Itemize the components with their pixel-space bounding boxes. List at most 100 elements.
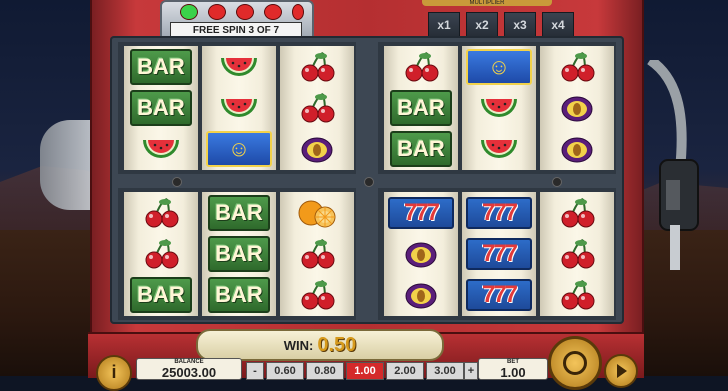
pump-nozzle-left (40, 120, 90, 210)
plum-icon (561, 96, 593, 121)
reel: BAR BAR BAR (202, 192, 276, 316)
reel-cell (384, 46, 458, 87)
reel-cell (384, 274, 458, 315)
reel-cell: ☺ (202, 128, 276, 169)
info-button[interactable]: i (96, 355, 132, 391)
reel (280, 46, 354, 170)
seven-symbol: 777 (388, 196, 454, 229)
plum-icon (301, 137, 333, 162)
watermelon-icon (143, 139, 179, 158)
reel (540, 46, 614, 170)
bolt (552, 177, 562, 187)
spin-icon (563, 351, 587, 375)
bar-symbol: BAR (390, 89, 452, 126)
win-label: WIN: (283, 337, 314, 353)
bet-increase-button[interactable]: + (464, 362, 478, 380)
seven-symbol: 777 (466, 237, 532, 270)
cherry-icon (145, 197, 179, 227)
reel-cell (280, 274, 354, 315)
cherry-icon (561, 238, 595, 268)
watermelon-icon (221, 57, 257, 76)
balance-value: 25003.00 (161, 365, 217, 380)
bar-symbol: BAR (130, 276, 192, 313)
multiplier-title: MULTIPLIER (422, 0, 552, 6)
orange-icon (298, 200, 336, 227)
reel-cell: 777 (462, 192, 536, 233)
reel-cell (280, 128, 354, 169)
reel-cell (280, 233, 354, 274)
reel (540, 192, 614, 316)
reel: ☺ (462, 46, 536, 170)
win-amount: 0.50 (317, 333, 357, 356)
reel-cell (280, 46, 354, 87)
multiplier-x1: x1 (428, 12, 460, 38)
cherry-icon (561, 197, 595, 227)
reel-cell (540, 192, 614, 233)
reel-cell (384, 233, 458, 274)
reel-cell: BAR (124, 87, 198, 128)
multiplier-x3: x3 (504, 12, 536, 38)
reel-cell (124, 192, 198, 233)
bar-symbol: BAR (208, 235, 270, 272)
wild-symbol: ☺ (206, 130, 272, 167)
watermelon-icon (481, 98, 517, 117)
bar-symbol: BAR (130, 89, 192, 126)
reel-cell (124, 233, 198, 274)
reel-cell: 777 (462, 233, 536, 274)
reel-cell (540, 128, 614, 169)
reel-cell: BAR (124, 274, 198, 315)
bet-chip[interactable]: 3.00 (426, 362, 464, 380)
balance-display: BALANCE 25003.00 (136, 358, 242, 380)
bet-chip[interactable]: 2.00 (386, 362, 424, 380)
cherry-icon (561, 279, 595, 309)
reels-frame: BAR BAR ☺ BAR BAR ☺ BAR BAR BAR BAR 777 777 777 77… (110, 36, 624, 324)
cherry-icon (561, 51, 595, 81)
watermelon-icon (481, 139, 517, 158)
reel-cell (540, 46, 614, 87)
indicator-light-green (180, 4, 198, 20)
wild-symbol: ☺ (466, 48, 532, 85)
reel: 777 777 777 (462, 192, 536, 316)
indicator-light-red (264, 4, 282, 20)
cherry-icon (145, 238, 179, 268)
bet-chip[interactable]: 0.60 (266, 362, 304, 380)
reel-cell: BAR (124, 46, 198, 87)
reel-cell: BAR (202, 274, 276, 315)
cherry-icon (301, 279, 335, 309)
reel: 777 (384, 192, 458, 316)
plum-icon (405, 242, 437, 267)
reel: ☺ (202, 46, 276, 170)
cherry-icon (301, 92, 335, 122)
bet-display: BET 1.00 (478, 358, 548, 380)
bolt (364, 177, 374, 187)
reel-cell: ☺ (462, 46, 536, 87)
reel (280, 192, 354, 316)
reel: BAR BAR (124, 46, 198, 170)
bar-symbol: BAR (130, 48, 192, 85)
reel-cell (202, 46, 276, 87)
reel-cell (462, 87, 536, 128)
reel-cell (462, 128, 536, 169)
slot-machine-cabinet: FREE SPIN 3 OF 7 MULTIPLIER x1 x2 x3 x4 … (90, 0, 644, 376)
reel-cell (540, 233, 614, 274)
bet-chip[interactable]: 0.80 (306, 362, 344, 380)
bet-decrease-button[interactable]: - (246, 362, 264, 380)
seven-symbol: 777 (466, 278, 532, 311)
reel-cell: BAR (384, 87, 458, 128)
bar-symbol: BAR (390, 130, 452, 167)
bet-value: 1.00 (500, 365, 526, 380)
bolt (172, 177, 182, 187)
spin-button[interactable] (548, 336, 602, 390)
reel-cell: 777 (462, 274, 536, 315)
bar-symbol: BAR (208, 276, 270, 313)
bet-chip-selected[interactable]: 1.00 (346, 362, 384, 380)
grid-bottom-right: 777 777 777 777 (378, 188, 616, 320)
grid-bottom-left: BAR BAR BAR BAR (118, 188, 356, 320)
reel-cell (540, 87, 614, 128)
multiplier-x4: x4 (542, 12, 574, 38)
bar-symbol: BAR (208, 194, 270, 231)
cherry-icon (405, 51, 439, 81)
win-display: WIN: 0.50 (196, 329, 444, 361)
reel-cell (202, 87, 276, 128)
autoplay-button[interactable] (604, 354, 638, 388)
